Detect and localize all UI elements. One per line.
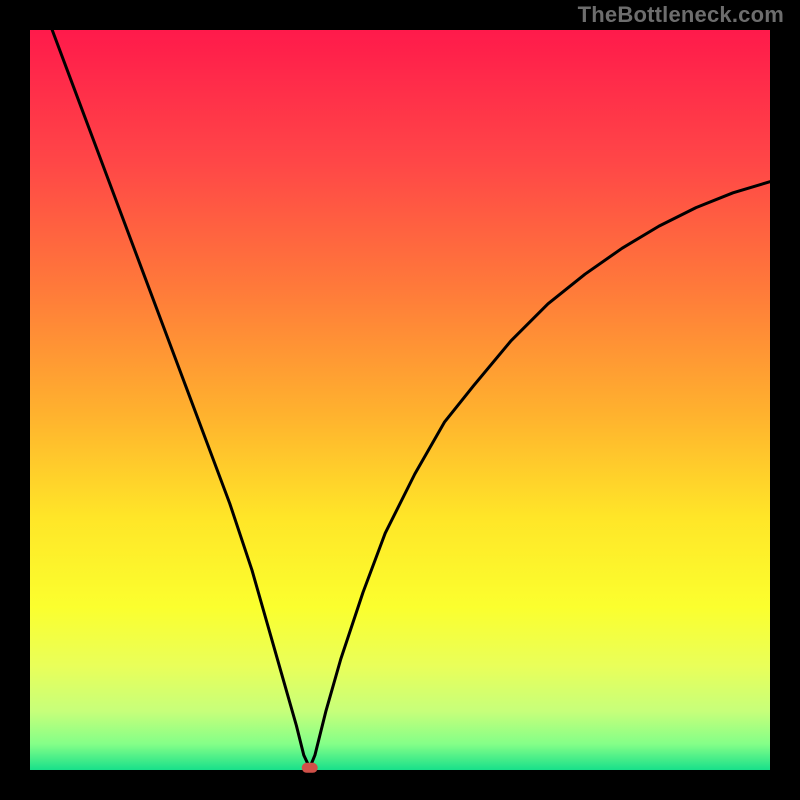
watermark-text: TheBottleneck.com bbox=[578, 2, 784, 28]
bottleneck-chart bbox=[0, 0, 800, 800]
optimal-point-marker bbox=[302, 763, 318, 773]
chart-container: { "watermark": "TheBottleneck.com", "cha… bbox=[0, 0, 800, 800]
gradient-background bbox=[30, 30, 770, 770]
